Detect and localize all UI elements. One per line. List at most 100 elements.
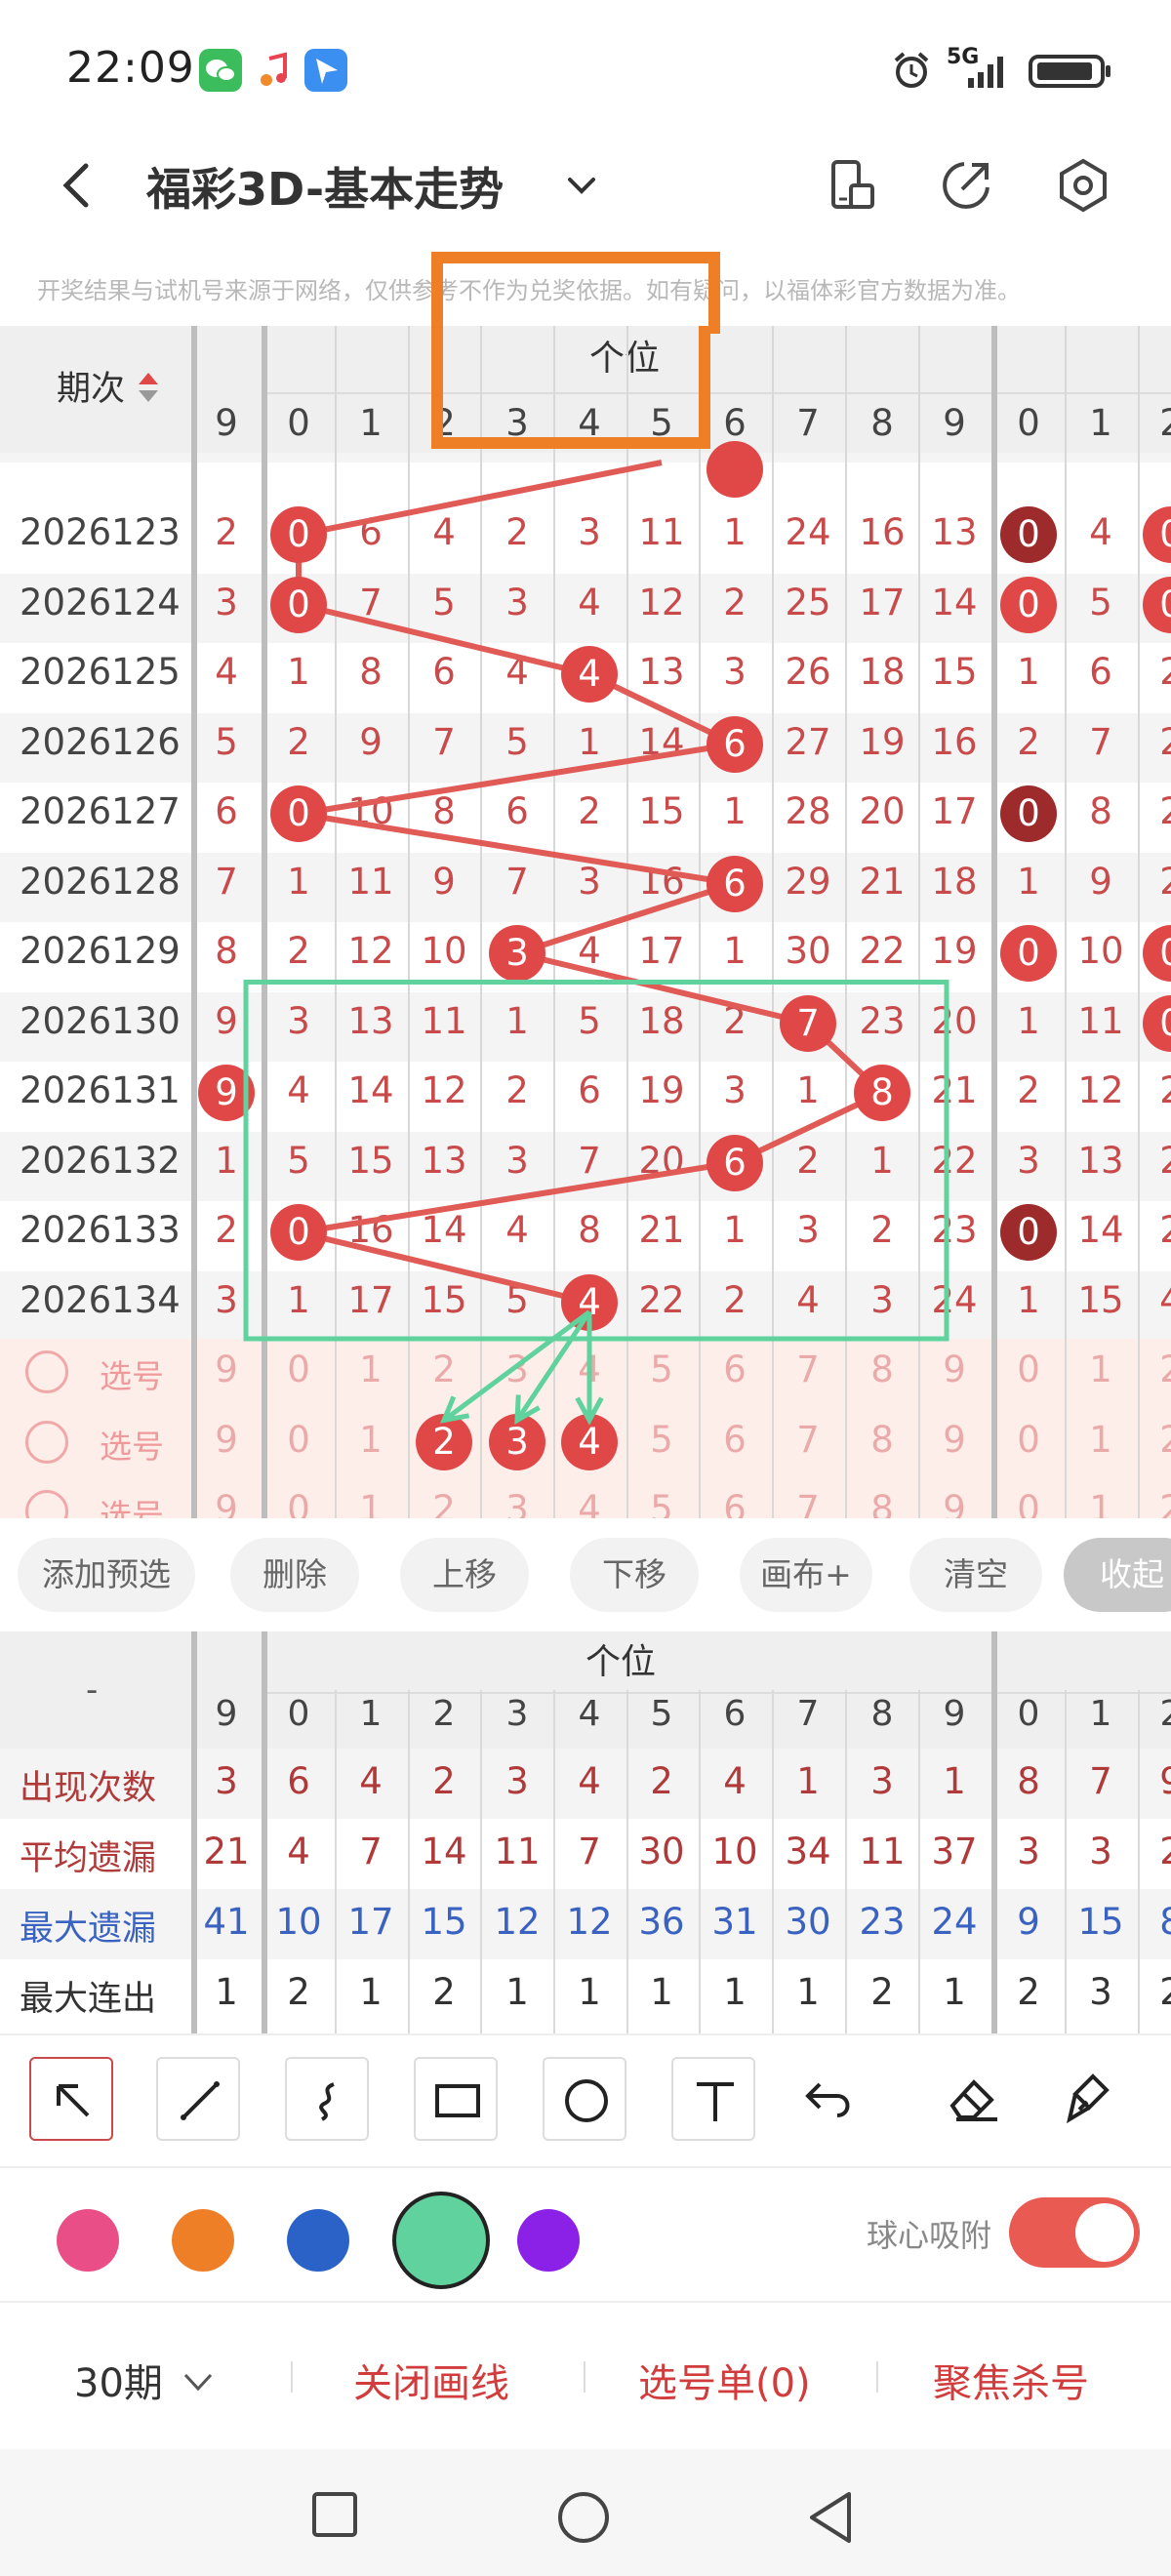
- line-tool-button[interactable]: [156, 2057, 240, 2141]
- pick-cell[interactable]: 0: [991, 1419, 1066, 1461]
- select-tool-button[interactable]: [29, 2057, 113, 2141]
- action-button-1[interactable]: 删除: [230, 1538, 359, 1612]
- circle-tool-button[interactable]: [543, 2057, 626, 2141]
- pick-cell[interactable]: 7: [771, 1348, 845, 1390]
- pick-cell[interactable]: 0: [262, 1419, 336, 1461]
- eraser-button[interactable]: [945, 2071, 1013, 2129]
- pick-cell[interactable]: 3: [480, 1488, 554, 1518]
- pick-cell[interactable]: 5: [625, 1348, 699, 1390]
- picked-ball[interactable]: 2: [416, 1413, 472, 1470]
- pick-cell[interactable]: 0: [262, 1488, 336, 1518]
- text-tool-button[interactable]: [671, 2057, 755, 2141]
- eraser-icon: [949, 2079, 997, 2121]
- action-button-3[interactable]: 下移: [570, 1538, 699, 1612]
- pick-cell[interactable]: 7: [771, 1488, 845, 1518]
- stats-divider: [553, 1690, 555, 2033]
- pick-cell[interactable]: 9: [189, 1488, 263, 1518]
- table-cell: 23: [859, 999, 906, 1042]
- trend-table[interactable]: 期次个位901234567890122026123206423111241613…: [0, 326, 1171, 1518]
- pick-cell[interactable]: 1: [334, 1488, 408, 1518]
- magnet-toggle[interactable]: [1009, 2197, 1140, 2268]
- rectangle-tool-button[interactable]: [414, 2057, 498, 2141]
- pick-cell[interactable]: 8: [845, 1348, 919, 1390]
- pick-cell[interactable]: 0: [991, 1348, 1066, 1390]
- stats-cell: 3: [870, 1760, 894, 1802]
- color-swatch-blue[interactable]: [287, 2209, 349, 2272]
- pick-cell[interactable]: 2: [407, 1348, 481, 1390]
- pick-label[interactable]: 选号: [88, 1490, 176, 1518]
- table-cell: 8: [578, 1209, 601, 1251]
- page-title[interactable]: 福彩3D-基本走势: [146, 154, 504, 219]
- column-divider: [1065, 326, 1067, 1518]
- action-button-4[interactable]: 画布+: [740, 1538, 872, 1612]
- action-button-2[interactable]: 上移: [400, 1538, 529, 1612]
- pick-cell[interactable]: 1: [1064, 1488, 1138, 1518]
- radio-icon[interactable]: [25, 1350, 68, 1393]
- back-arrow-icon[interactable]: [51, 156, 109, 215]
- settings-icon[interactable]: [1054, 156, 1112, 215]
- pick-cell[interactable]: 5: [625, 1488, 699, 1518]
- table-cell: 15: [421, 1278, 467, 1321]
- back-nav-icon[interactable]: [806, 2490, 855, 2545]
- pick-cell[interactable]: 9: [917, 1488, 991, 1518]
- pick-cell[interactable]: 2: [407, 1488, 481, 1518]
- period-selector[interactable]: 30期: [74, 2352, 215, 2408]
- pick-cell[interactable]: 6: [698, 1419, 772, 1461]
- rectangle-icon: [435, 2084, 480, 2117]
- table-cell: 14: [931, 581, 978, 624]
- color-swatch-pink[interactable]: [57, 2209, 119, 2272]
- pick-cell[interactable]: 9: [189, 1348, 263, 1390]
- pick-cell[interactable]: 4: [552, 1488, 626, 1518]
- sort-icon[interactable]: [137, 369, 160, 408]
- pick-cell[interactable]: 7: [771, 1419, 845, 1461]
- action-button-0[interactable]: 添加预选: [18, 1538, 195, 1612]
- stats-cell: 3: [1089, 1971, 1112, 2013]
- table-cell: 7: [578, 1139, 601, 1182]
- chevron-down-icon[interactable]: [562, 166, 601, 205]
- close-lines-button[interactable]: 关闭画线: [353, 2352, 509, 2408]
- picked-ball[interactable]: 3: [489, 1413, 545, 1470]
- stats-divider: [772, 1690, 774, 2033]
- focus-kill-button[interactable]: 聚焦杀号: [933, 2352, 1089, 2408]
- issue-number: 2026123: [20, 511, 181, 553]
- color-swatch-orange[interactable]: [172, 2209, 234, 2272]
- pick-cell[interactable]: 9: [917, 1348, 991, 1390]
- pick-cell[interactable]: 0: [991, 1488, 1066, 1518]
- pick-cell[interactable]: 6: [698, 1348, 772, 1390]
- action-bar: 添加预选 删除 上移 下移 画布+ 清空 收起: [0, 1518, 1171, 1631]
- color-swatch-green[interactable]: [392, 2192, 490, 2289]
- recent-apps-icon[interactable]: [310, 2490, 359, 2539]
- pick-cell[interactable]: 9: [917, 1419, 991, 1461]
- pick-label[interactable]: 选号: [88, 1350, 176, 1397]
- pick-cell[interactable]: 5: [625, 1419, 699, 1461]
- action-button-6[interactable]: 收起: [1064, 1538, 1171, 1612]
- pick-cell[interactable]: 3: [480, 1348, 554, 1390]
- stats-cell: 8: [1017, 1760, 1040, 1802]
- table-cell: 12: [638, 581, 685, 624]
- pick-label[interactable]: 选号: [88, 1421, 176, 1468]
- pick-cell[interactable]: 1: [334, 1419, 408, 1461]
- issue-number: 2026128: [20, 860, 181, 903]
- action-button-5[interactable]: 清空: [909, 1538, 1042, 1612]
- pick-cell[interactable]: 1: [1064, 1419, 1138, 1461]
- clear-canvas-button[interactable]: [1064, 2071, 1132, 2129]
- share-icon[interactable]: [937, 156, 995, 215]
- pick-cell[interactable]: 8: [845, 1419, 919, 1461]
- pick-cell[interactable]: 8: [845, 1488, 919, 1518]
- stats-cell: 14: [421, 1831, 467, 1872]
- pick-cell[interactable]: 6: [698, 1488, 772, 1518]
- pick-list-button[interactable]: 选号单(0): [638, 2352, 811, 2408]
- table-cell: 8: [1089, 790, 1112, 832]
- pick-cell[interactable]: 1: [334, 1348, 408, 1390]
- pick-cell[interactable]: 1: [1064, 1348, 1138, 1390]
- pick-cell[interactable]: 9: [189, 1419, 263, 1461]
- radio-icon[interactable]: [25, 1420, 68, 1464]
- pick-cell[interactable]: 0: [262, 1348, 336, 1390]
- color-swatch-purple[interactable]: [517, 2209, 580, 2272]
- freehand-tool-button[interactable]: [285, 2057, 369, 2141]
- undo-button[interactable]: [800, 2074, 884, 2133]
- home-icon[interactable]: [556, 2490, 611, 2545]
- picked-ball[interactable]: 4: [561, 1413, 618, 1470]
- pick-cell[interactable]: 4: [552, 1348, 626, 1390]
- rotate-screen-icon[interactable]: [822, 156, 880, 215]
